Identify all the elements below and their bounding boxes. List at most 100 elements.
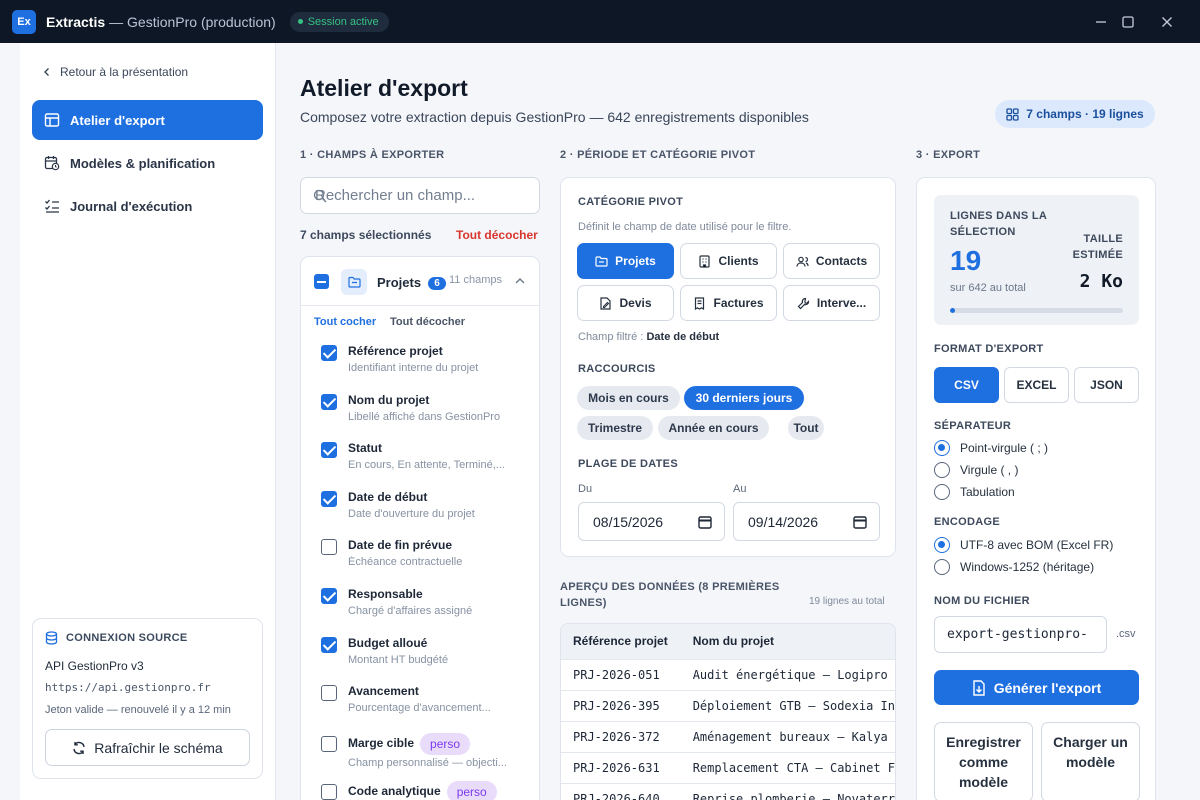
receipt-icon bbox=[695, 296, 705, 310]
field-row[interactable]: Nom du projet Libellé affiché dans Gestio… bbox=[321, 393, 531, 433]
field-checkbox[interactable] bbox=[321, 636, 337, 653]
separator-option[interactable]: Point-virgule ( ; ) bbox=[934, 440, 1048, 456]
refresh-icon bbox=[73, 741, 85, 754]
field-row[interactable]: Code analytique perso bbox=[321, 781, 531, 800]
pivot-category-button[interactable]: Devis bbox=[577, 285, 674, 321]
chevron-up-icon[interactable] bbox=[514, 275, 526, 287]
back-link[interactable]: Retour à la présentation bbox=[42, 65, 188, 79]
pivot-category-button[interactable]: Clients bbox=[680, 243, 777, 279]
field-label: Statut bbox=[348, 441, 382, 456]
nav-item-templates[interactable]: Modèles & planification bbox=[32, 143, 263, 183]
field-row[interactable]: Date de début Date d'ouverture du projet bbox=[321, 490, 531, 530]
file-extension: .csv bbox=[1116, 628, 1136, 640]
maximize-button[interactable] bbox=[1109, 0, 1147, 43]
field-checkbox[interactable] bbox=[321, 442, 337, 459]
group-check-all[interactable]: Tout cocher bbox=[314, 316, 376, 328]
table-cell: Reprise plomberie — Novaterr bbox=[680, 782, 895, 800]
separator-option[interactable]: Tabulation bbox=[934, 484, 1015, 500]
nav-item-execution-log[interactable]: Journal d'exécution bbox=[32, 186, 263, 226]
radio-button[interactable] bbox=[934, 484, 950, 500]
save-template-button[interactable]: Enregistrer comme modèle bbox=[934, 722, 1033, 800]
users-icon bbox=[796, 256, 809, 267]
table-row: PRJ-2026-051 Audit énergétique — Logipro bbox=[561, 658, 895, 690]
pivot-category-button[interactable]: Interve... bbox=[783, 285, 880, 321]
field-row[interactable]: Référence projet Identifiant interne du p… bbox=[321, 344, 531, 384]
separator-option[interactable]: Virgule ( , ) bbox=[934, 462, 1018, 478]
rows-of-total: sur 642 au total bbox=[950, 282, 1026, 294]
to-date-input[interactable]: 09/14/2026 bbox=[733, 502, 880, 541]
encoding-label: ENCODAGE bbox=[934, 516, 1000, 528]
field-group-header[interactable]: Projets 6 11 champs bbox=[301, 257, 539, 306]
field-checkbox[interactable] bbox=[321, 685, 337, 702]
shortcut-chip[interactable]: Tout bbox=[788, 416, 824, 440]
calendar-icon[interactable] bbox=[698, 515, 712, 529]
shortcuts-label: RACCOURCIS bbox=[578, 363, 656, 375]
load-template-button[interactable]: Charger un modèle bbox=[1041, 722, 1140, 800]
field-row[interactable]: Date de fin prévue Échéance contractuelle bbox=[321, 538, 531, 578]
field-label: Référence projet bbox=[348, 344, 443, 358]
field-checkbox[interactable] bbox=[321, 393, 337, 410]
generate-export-button[interactable]: Générer l'export bbox=[934, 670, 1139, 705]
field-row[interactable]: Marge cible perso Champ personnalisé — obj… bbox=[321, 732, 531, 773]
connection-name: API GestionPro v3 bbox=[45, 659, 144, 673]
field-label-line: Code analytique perso bbox=[348, 781, 497, 800]
field-label: Budget alloué bbox=[348, 635, 428, 650]
format-label: FORMAT D'EXPORT bbox=[934, 343, 1044, 355]
radio-button[interactable] bbox=[934, 559, 950, 575]
group-partial-checkbox[interactable] bbox=[314, 274, 329, 289]
export-heading: 3 · EXPORT bbox=[916, 149, 981, 161]
database-icon bbox=[45, 631, 58, 645]
field-description: Champ personnalisé — objecti... bbox=[348, 756, 507, 769]
field-description: Échéance contractuelle bbox=[348, 556, 463, 569]
field-row[interactable]: Budget alloué Montant HT budgété bbox=[321, 636, 531, 676]
refresh-schema-button[interactable]: Rafraîchir le schéma bbox=[45, 729, 250, 766]
table-header-row: Référence projet Nom du projet bbox=[561, 624, 895, 659]
close-button[interactable] bbox=[1148, 0, 1186, 43]
encoding-option[interactable]: UTF-8 avec BOM (Excel FR) bbox=[934, 537, 1113, 553]
radio-button[interactable] bbox=[934, 537, 950, 553]
shortcut-chip[interactable]: Mois en cours bbox=[577, 386, 680, 410]
search-icon bbox=[313, 189, 327, 203]
shortcut-chip[interactable]: Trimestre bbox=[577, 416, 653, 440]
field-checkbox[interactable] bbox=[321, 588, 337, 604]
field-checkbox[interactable] bbox=[321, 345, 337, 361]
date-range-label: PLAGE DE DATES bbox=[578, 458, 678, 470]
nav-item-export-workshop[interactable]: Atelier d'export bbox=[32, 100, 263, 140]
export-card: LIGNES DANS LA SÉLECTION 19 sur 642 au t… bbox=[916, 177, 1156, 800]
custom-field-badge: perso bbox=[420, 732, 471, 755]
format-button[interactable]: EXCEL bbox=[1004, 367, 1069, 403]
format-button[interactable]: JSON bbox=[1074, 367, 1139, 403]
from-date-input[interactable]: 08/15/2026 bbox=[578, 502, 725, 541]
radio-button[interactable] bbox=[934, 440, 950, 456]
summary-pill-label: 7 champs · 19 lignes bbox=[1026, 107, 1144, 121]
field-checkbox[interactable] bbox=[321, 490, 337, 507]
maximize-icon bbox=[1122, 15, 1134, 28]
pivot-category-button[interactable]: Contacts bbox=[783, 243, 880, 279]
field-row[interactable]: Statut En cours, En attente, Terminé,... bbox=[321, 441, 531, 481]
field-checkbox[interactable] bbox=[321, 735, 337, 752]
field-checkbox[interactable] bbox=[321, 539, 337, 556]
shortcut-chip[interactable]: 30 derniers jours bbox=[684, 386, 804, 410]
field-row[interactable]: Responsable Chargé d'affaires assigné bbox=[321, 587, 531, 627]
group-uncheck-all[interactable]: Tout décocher bbox=[390, 316, 465, 328]
format-button[interactable]: CSV bbox=[934, 367, 999, 403]
field-description: Libellé affiché dans GestionPro bbox=[348, 410, 501, 423]
pivot-category-label: Devis bbox=[619, 296, 652, 310]
pivot-category-button[interactable]: Projets bbox=[577, 243, 674, 279]
pivot-category-button[interactable]: Factures bbox=[680, 285, 777, 321]
table-cell: Aménagement bureaux — Kalya bbox=[680, 720, 895, 752]
shortcut-chip[interactable]: Année en cours bbox=[658, 416, 769, 440]
field-label-line: Date de fin prévue bbox=[348, 538, 452, 552]
table-cell: PRJ-2026-372 bbox=[561, 720, 681, 752]
field-checkbox[interactable] bbox=[321, 784, 337, 800]
encoding-option[interactable]: Windows-1252 (héritage) bbox=[934, 559, 1094, 575]
radio-button[interactable] bbox=[934, 462, 950, 478]
uncheck-all-link[interactable]: Tout décocher bbox=[456, 228, 538, 242]
field-search-input[interactable]: Rechercher un champ... bbox=[300, 177, 540, 214]
field-row[interactable]: Avancement Pourcentage d'avancement... bbox=[321, 684, 531, 724]
size-value: 2 Ko bbox=[1079, 271, 1123, 292]
filename-input[interactable]: export-gestionpro- bbox=[934, 616, 1107, 653]
to-date-value: 09/14/2026 bbox=[748, 513, 819, 530]
pivot-card: CATÉGORIE PIVOT Définit le champ de date… bbox=[560, 177, 896, 557]
calendar-icon[interactable] bbox=[853, 515, 867, 529]
